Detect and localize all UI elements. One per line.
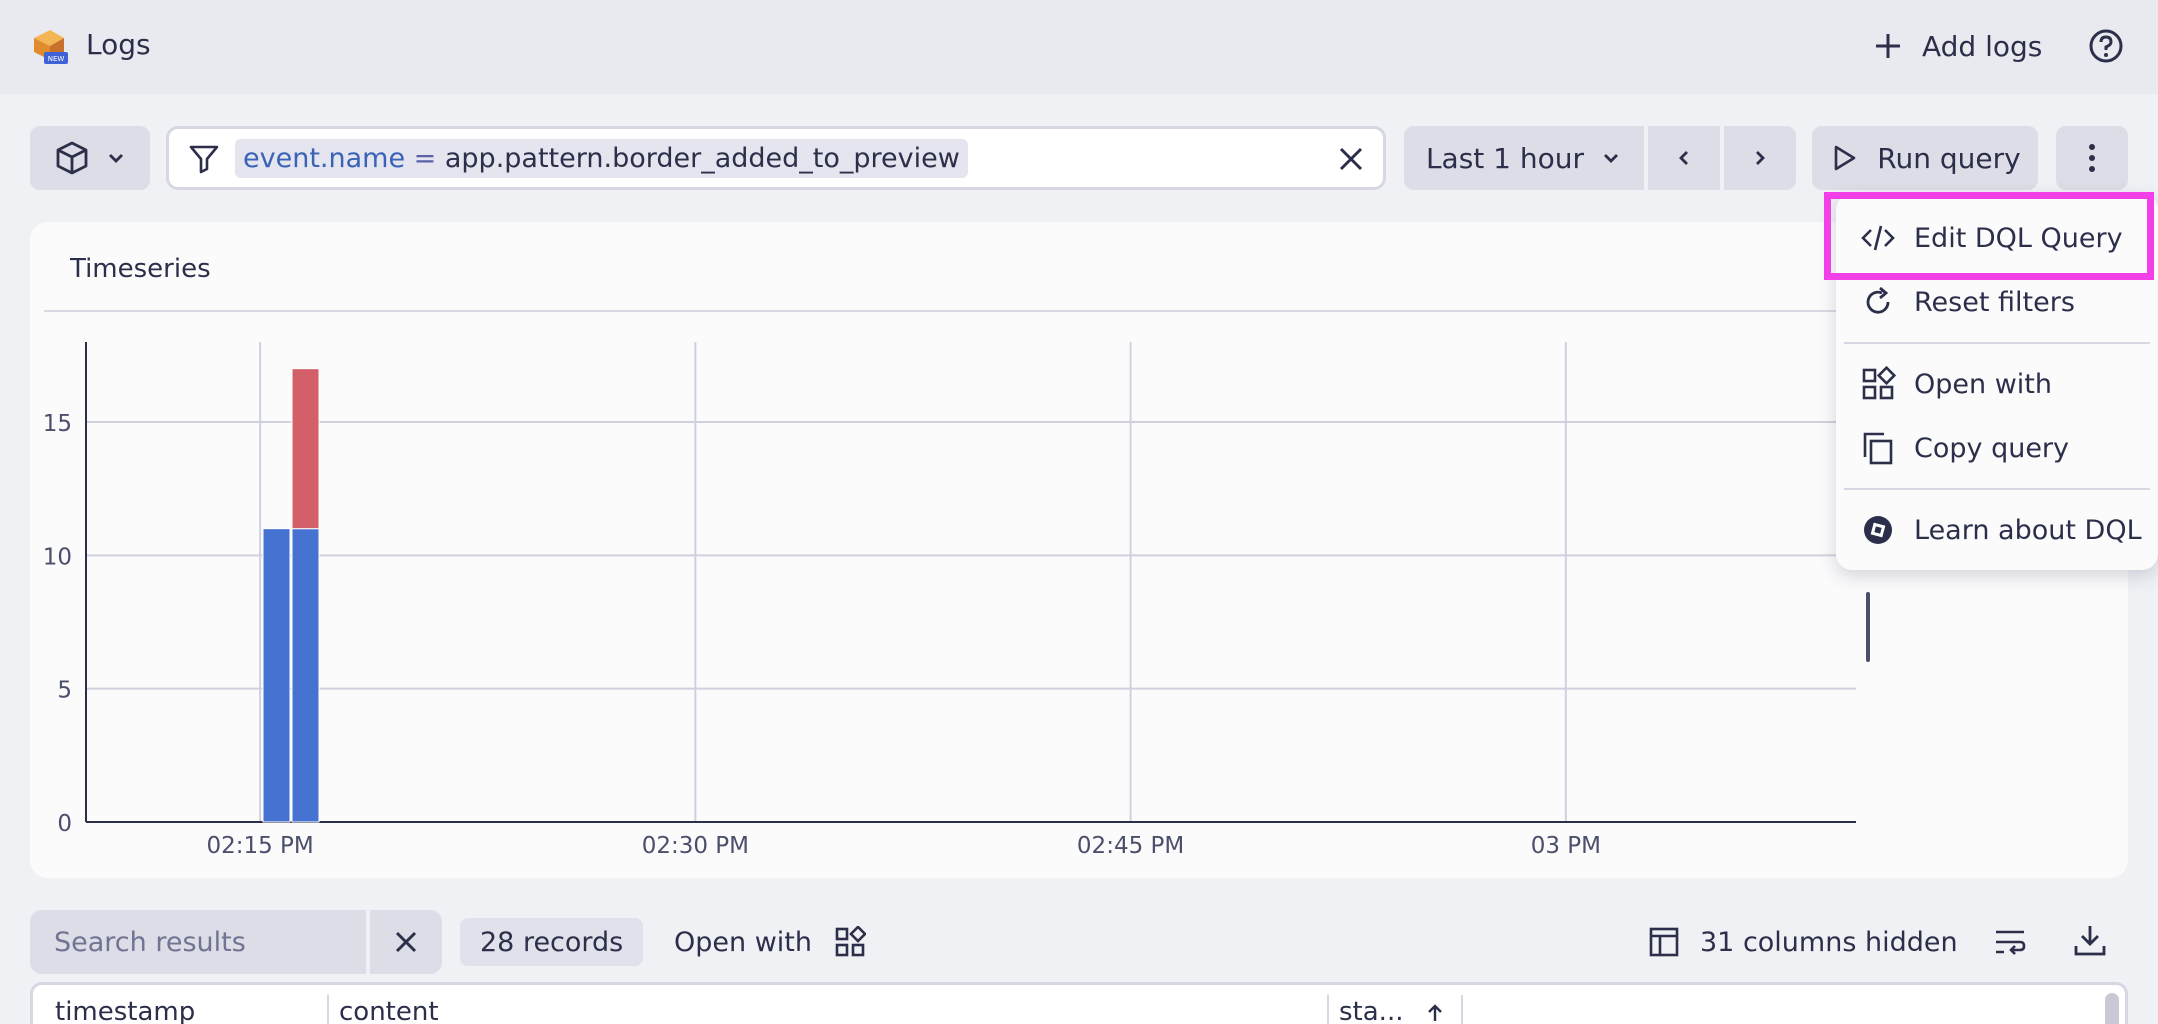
filter-key: event.name — [243, 142, 406, 174]
chevron-left-icon — [1679, 151, 1688, 165]
close-icon — [395, 931, 417, 953]
help-circle-icon[interactable] — [2086, 26, 2126, 66]
table-scrollbar[interactable] — [2105, 993, 2119, 1024]
x-tick-label: 02:15 PM — [206, 833, 313, 859]
cube-icon — [56, 141, 88, 175]
clear-search-button[interactable] — [370, 910, 442, 974]
apps-grid-icon — [835, 926, 866, 957]
timeframe-label: Last 1 hour — [1425, 141, 1585, 175]
search-placeholder: Search results — [54, 926, 246, 958]
highlight-box — [1824, 192, 2154, 280]
chevron-down-icon — [109, 154, 123, 163]
copy-icon — [1863, 432, 1893, 465]
menu-item-open-with[interactable]: Open with — [1836, 356, 2158, 412]
next-timeframe-button[interactable] — [1724, 126, 1796, 190]
open-with-label: Open with — [674, 926, 812, 958]
app-title: Logs — [86, 28, 151, 61]
menu-divider — [1844, 488, 2150, 490]
menu-item-reset-filters[interactable]: Reset filters — [1836, 274, 2158, 330]
x-tick-label: 02:45 PM — [1077, 833, 1184, 859]
resize-handle[interactable] — [1866, 592, 1870, 662]
apps-grid-icon — [1862, 366, 1896, 400]
plus-icon — [1876, 34, 1900, 58]
search-results-input[interactable]: Search results — [30, 910, 366, 974]
table-columns-icon — [1649, 927, 1679, 957]
timeseries-chart: 0 5 10 15 02:15 PM 02:30 PM 02:45 PM 03 PM — [43, 342, 1856, 859]
logs-app-logo: NEW — [34, 30, 68, 64]
menu-item-label: Copy query — [1914, 432, 2070, 464]
download-icon[interactable] — [2072, 922, 2108, 958]
column-header-status[interactable]: sta... — [1339, 997, 1444, 1024]
column-header-content[interactable]: content — [339, 997, 439, 1024]
entity-selector-button[interactable] — [30, 126, 150, 190]
y-tick-label: 0 — [57, 811, 72, 837]
add-logs-label: Add logs — [1922, 29, 2043, 63]
filter-query-input[interactable]: event.name = app.pattern.border_added_to… — [166, 126, 1386, 190]
line-wrap-icon[interactable] — [1992, 924, 2028, 960]
run-query-button[interactable]: Run query — [1812, 126, 2038, 190]
y-tick-label: 15 — [43, 411, 72, 437]
filter-icon — [189, 145, 219, 174]
chevron-down-icon — [1604, 154, 1619, 163]
top-bar: NEW Logs Add logs — [0, 0, 2158, 94]
columns-hidden-label: 31 columns hidden — [1700, 926, 1958, 958]
add-logs-button[interactable]: Add logs — [1872, 24, 2042, 68]
timeframe-selector[interactable]: Last 1 hour — [1404, 126, 1644, 190]
column-header-status-label: sta... — [1339, 997, 1404, 1024]
column-separator[interactable] — [327, 995, 329, 1024]
run-query-label: Run query — [1877, 141, 2021, 175]
records-count-badge: 28 records — [460, 918, 644, 966]
clear-filter-icon[interactable] — [1333, 141, 1369, 177]
menu-item-label: Learn about DQL — [1914, 514, 2142, 546]
x-tick-label: 03 PM — [1531, 833, 1601, 859]
previous-timeframe-button[interactable] — [1648, 126, 1720, 190]
play-icon — [1834, 145, 1856, 171]
filter-chip[interactable]: event.name = app.pattern.border_added_to… — [235, 138, 968, 178]
more-vertical-icon — [2089, 144, 2095, 172]
column-header-timestamp[interactable]: timestamp — [55, 997, 195, 1024]
dql-logo-icon — [1864, 516, 1892, 544]
filter-value: app.pattern.border_added_to_preview — [444, 142, 960, 174]
more-options-button[interactable] — [2056, 126, 2128, 190]
menu-item-learn-about-dql[interactable]: Learn about DQL — [1836, 502, 2158, 558]
filter-operator: = — [413, 142, 437, 174]
refresh-icon — [1866, 286, 1890, 314]
timeseries-card: Timeseries 0 5 10 15 02:15 PM 02:30 PM 02:45 P… — [30, 222, 2128, 878]
menu-item-copy-query[interactable]: Copy query — [1836, 420, 2158, 476]
column-separator[interactable] — [1461, 995, 1463, 1024]
chevron-right-icon — [1756, 151, 1765, 165]
sort-ascending-icon — [1427, 1003, 1442, 1021]
menu-divider — [1844, 342, 2150, 344]
bar-segment — [262, 528, 291, 823]
y-tick-label: 10 — [43, 544, 72, 570]
bar-segment — [291, 368, 320, 530]
svg-text:NEW: NEW — [48, 55, 65, 63]
columns-hidden-button[interactable]: 31 columns hidden — [1648, 916, 1958, 968]
menu-item-label: Open with — [1914, 368, 2052, 400]
menu-item-label: Reset filters — [1914, 286, 2075, 318]
bar-segment — [291, 528, 320, 823]
column-separator[interactable] — [1327, 995, 1329, 1024]
open-with-button[interactable]: Open with — [674, 916, 866, 968]
results-table: timestamp content sta... — [30, 982, 2128, 1024]
y-tick-label: 5 — [57, 678, 72, 704]
x-tick-label: 02:30 PM — [642, 833, 749, 859]
